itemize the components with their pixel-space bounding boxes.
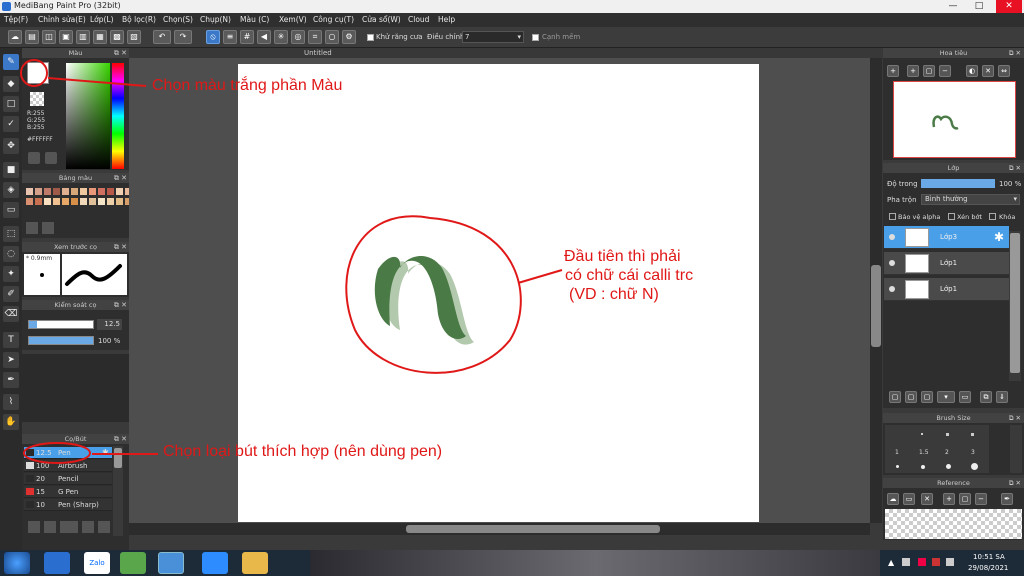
folder-icon[interactable] xyxy=(242,552,268,574)
chevron-up-icon[interactable]: ▲ xyxy=(888,558,894,567)
medibang-taskbar-icon[interactable] xyxy=(158,552,184,574)
letter-pointer-line xyxy=(517,269,563,284)
pen-highlight-ellipse xyxy=(23,442,91,464)
taskbar: Zalo ▲ 10:51 SA 29/08/2021 xyxy=(0,550,1024,576)
clock-time[interactable]: 10:51 SA xyxy=(973,553,1005,561)
clock-date[interactable]: 29/08/2021 xyxy=(968,564,1008,572)
annotation-letter-line3: (VD : chữ N) xyxy=(569,286,659,303)
tray-icon[interactable] xyxy=(918,558,926,566)
annotation-brush: Chọn loại bút thích hợp (nên dùng pen) xyxy=(163,443,443,460)
annotation-letter-line2: có chữ cái calli trc xyxy=(565,267,694,284)
color-pointer-line xyxy=(47,77,147,87)
tray-icon[interactable] xyxy=(932,558,940,566)
annotation-color: Chọn màu trắng phần Màu xyxy=(152,77,343,94)
zalo-icon[interactable]: Zalo xyxy=(84,552,110,574)
zoom-app-icon[interactable] xyxy=(202,552,228,574)
start-button-icon[interactable] xyxy=(4,552,30,574)
color-highlight-circle xyxy=(20,59,48,87)
wallpaper-strip xyxy=(310,550,880,576)
annotation-letter-line1: Đầu tiên thì phải xyxy=(564,248,681,265)
browser-icon[interactable] xyxy=(44,552,70,574)
tray-icon[interactable] xyxy=(902,558,910,566)
letter-highlight-circle xyxy=(345,215,522,374)
zalo-label: Zalo xyxy=(89,559,105,567)
volume-icon[interactable] xyxy=(946,558,954,566)
app-icon[interactable] xyxy=(120,552,146,574)
